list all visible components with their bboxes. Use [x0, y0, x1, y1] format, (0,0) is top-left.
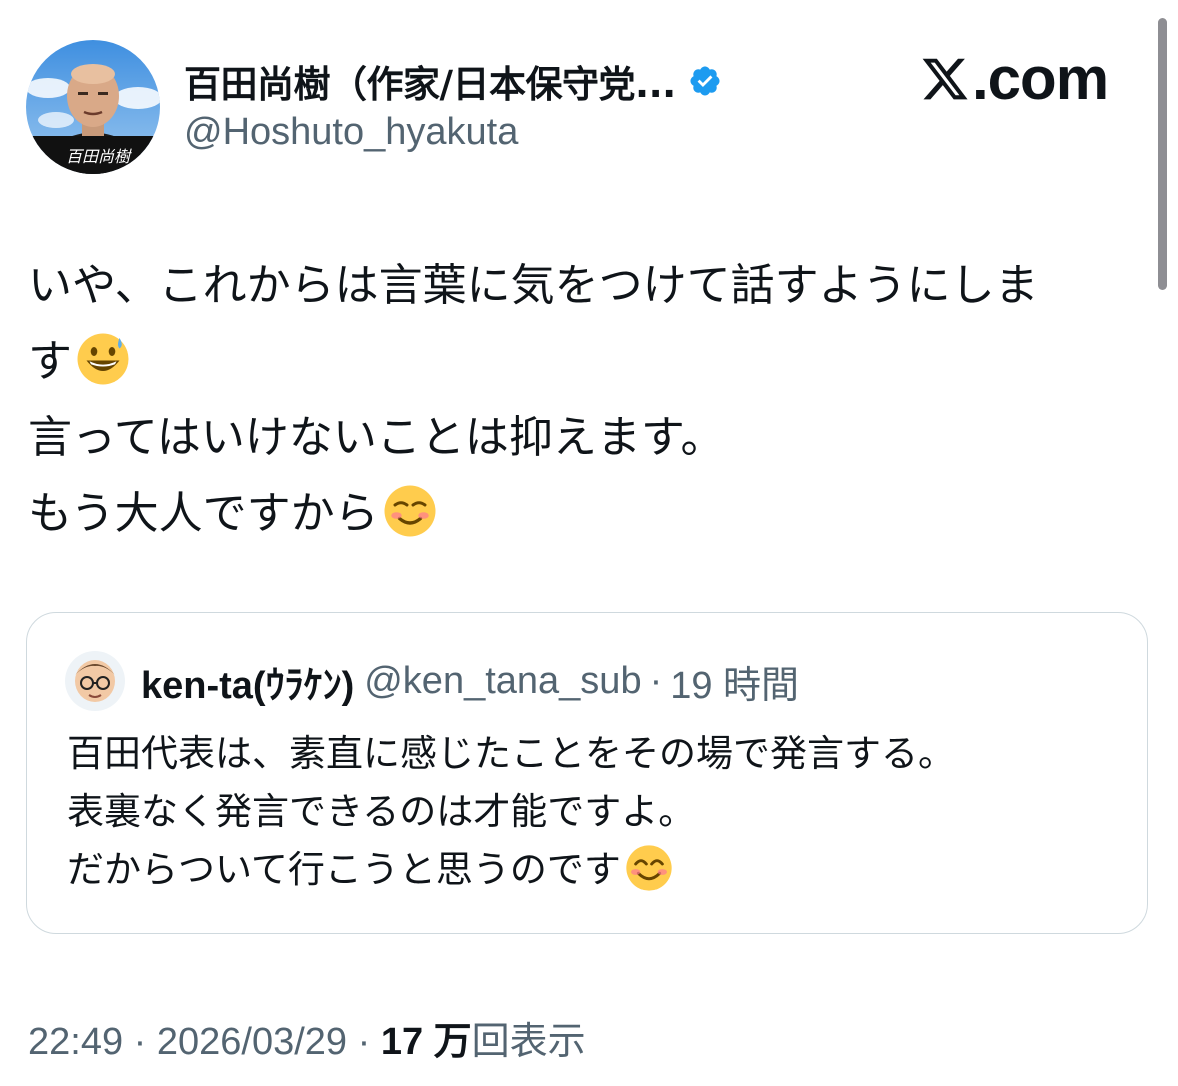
author-handle[interactable]: @Hoshuto_hyakuta	[184, 111, 518, 154]
tweet-line-with-emoji: もう大人ですから	[28, 476, 1138, 552]
tweet-line-with-emoji: す	[28, 324, 1138, 400]
meta-separator: ·	[133, 1021, 147, 1063]
avatar-image: 百田尚樹	[26, 40, 160, 174]
tweet-line: もう大人ですから	[28, 488, 379, 539]
tweet-text: いや、これからは言葉に気をつけて話すようにしま す 言ってはいけないことは抑えま…	[28, 248, 1138, 552]
meta-separator: ·	[357, 1021, 371, 1063]
smiling-face-icon	[384, 485, 436, 537]
quoted-tweet-text: 百田代表は、素直に感じたことをその場で発言する。 表裏なく発言できるのは才能です…	[67, 725, 955, 899]
quoted-avatar-image	[65, 651, 125, 711]
author-name-row[interactable]: 百田尚樹（作家/日本保守党...	[184, 54, 722, 108]
scrollbar[interactable]	[1158, 18, 1167, 290]
brand-suffix: .com	[972, 45, 1109, 112]
grinning-face-with-sweat-icon	[77, 333, 129, 385]
tweet-line: 言ってはいけないことは抑えます。	[28, 412, 725, 463]
verified-badge-icon	[690, 66, 720, 96]
quoted-author-name[interactable]: ken-ta(ｳﾗｹﾝ)	[141, 654, 354, 709]
tweet-date[interactable]: 2026/03/29	[157, 1021, 347, 1063]
x-brand-logo: .com	[920, 45, 1109, 112]
quoted-separator: ·	[649, 659, 663, 702]
x-logo-icon	[922, 58, 968, 100]
tweet-line: いや、これからは言葉に気をつけて話すようにしま	[28, 260, 1039, 311]
quoted-timestamp[interactable]: 19 時間	[670, 654, 799, 709]
author-display-name[interactable]: 百田尚樹（作家/日本保守党...	[184, 54, 676, 108]
quoted-line: 表裏なく発言できるのは才能ですよ。	[67, 790, 696, 833]
quoted-author-avatar[interactable]	[65, 651, 125, 711]
tweet-time[interactable]: 22:49	[28, 1021, 123, 1063]
quoted-line: だからついて行こうと思うのです	[67, 848, 621, 891]
tweet-screenshot: 百田尚樹 百田尚樹（作家/日本保守党... @Hoshuto_hyakuta .…	[0, 0, 1178, 1086]
quoted-line-with-emoji: だからついて行こうと思うのです	[67, 841, 955, 899]
quoted-line: 百田代表は、素直に感じたことをその場で発言する。	[67, 732, 955, 775]
author-avatar[interactable]: 百田尚樹	[26, 40, 160, 174]
quoted-author-handle[interactable]: @ken_tana_sub	[364, 660, 641, 703]
quoted-tweet-card[interactable]: ken-ta(ｳﾗｹﾝ) @ken_tana_sub · 19 時間 百田代表は…	[26, 612, 1148, 934]
tweet-meta: 22:49 · 2026/03/29 · 17 万回表示	[28, 1010, 586, 1065]
views-label: 回表示	[471, 1021, 586, 1063]
smiling-face-with-smiling-eyes-icon	[626, 845, 672, 891]
views-count: 17 万	[380, 1021, 472, 1063]
avatar-signature: 百田尚樹	[66, 147, 132, 166]
quoted-tweet-header: ken-ta(ｳﾗｹﾝ) @ken_tana_sub · 19 時間	[65, 651, 799, 711]
tweet-line: す	[28, 336, 72, 387]
